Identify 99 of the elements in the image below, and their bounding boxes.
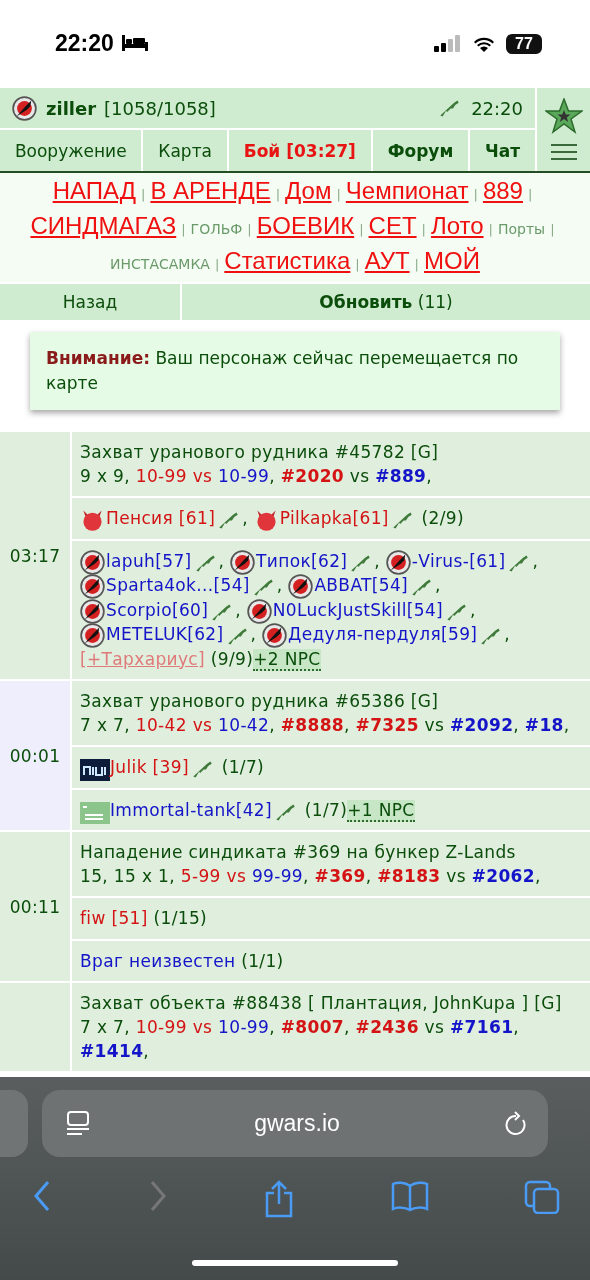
player-link[interactable]: Julik [39] xyxy=(110,757,189,777)
player-link[interactable]: N0LuckJustSkill[54] xyxy=(272,599,444,620)
player-link[interactable]: -Virus-[61] xyxy=(411,550,506,571)
player-link[interactable]: Sparta4ok...[54] xyxy=(106,575,250,595)
separator: , xyxy=(242,508,248,528)
separator: , xyxy=(374,550,381,571)
link-separator: | xyxy=(488,222,493,237)
link-separator: | xyxy=(550,222,555,237)
player-count: (2/9) xyxy=(421,508,464,528)
server-time: 22:20 xyxy=(471,97,523,119)
quick-link[interactable]: АУТ xyxy=(364,247,410,274)
player-count: (1/1) xyxy=(241,950,284,971)
back-icon[interactable] xyxy=(32,1180,52,1212)
battle-title[interactable]: Захват объекта #88438 [ Плантация, JohnKupa ] [G] xyxy=(80,991,582,1015)
nav-tab[interactable]: Форум xyxy=(372,130,469,171)
battle-time-cell: 00:01 xyxy=(0,681,70,830)
quick-link[interactable]: Дом xyxy=(285,177,332,204)
player-link[interactable]: Дедуля-пердуля[59] xyxy=(288,624,478,644)
menu-icon[interactable] xyxy=(550,142,577,161)
tab-edge[interactable] xyxy=(0,1090,28,1157)
player-link[interactable]: Пенсия [61] xyxy=(106,508,216,528)
link-separator: | xyxy=(473,187,478,202)
battle-info: 7 x 7, 10-42 vs 10-42, #8888, #7325 vs #2092, #18, xyxy=(80,714,571,737)
address-bar[interactable]: gwars.io xyxy=(42,1090,548,1157)
player-link[interactable]: Immortal-tank[42] xyxy=(110,799,272,820)
quick-link[interactable]: Чемпионат xyxy=(345,177,469,204)
quick-link[interactable]: НАПАД xyxy=(52,177,136,204)
player-count: (1/15) xyxy=(153,908,208,928)
quick-link[interactable]: Лото xyxy=(430,212,484,239)
battle-title[interactable]: Захват уранового рудника #65386 [G] xyxy=(80,689,582,713)
link-separator: | xyxy=(359,222,364,237)
nav-tab[interactable]: Бой [03:27] xyxy=(228,130,371,171)
nav-tab[interactable]: Карта xyxy=(143,130,227,171)
quick-link[interactable]: В АРЕНДЕ xyxy=(150,177,271,204)
player-link[interactable]: Scorpio[60] xyxy=(106,599,209,620)
battle-title[interactable]: Захват уранового рудника #45782 [G] xyxy=(80,440,582,464)
username[interactable]: ziller xyxy=(46,97,97,119)
separator: , xyxy=(470,599,476,620)
player-link[interactable]: fiw [51] xyxy=(80,908,148,928)
rocket-emblem-icon xyxy=(12,95,37,121)
wifi-icon xyxy=(472,35,496,53)
battle-title[interactable]: Нападение синдиката #369 на бункер Z-Lands xyxy=(80,840,582,864)
battery-level: 77 xyxy=(506,34,542,54)
npc-badge[interactable]: +2 NPC xyxy=(253,648,321,671)
share-icon[interactable] xyxy=(263,1180,295,1218)
separator: , xyxy=(235,599,241,620)
health-points: [1058/1058] xyxy=(104,97,216,119)
warning-notice: Внимание: Ваш персонаж сейчас перемещается по карте xyxy=(30,332,560,410)
player-count: (1/7) xyxy=(304,799,348,820)
refresh-button[interactable]: Обновить (11) xyxy=(182,284,590,320)
tabs-icon[interactable] xyxy=(524,1180,560,1214)
quick-link[interactable]: СИНДМАГАЗ xyxy=(30,212,177,239)
player-link[interactable]: Враг неизвестен xyxy=(80,950,236,971)
reader-icon[interactable] xyxy=(66,1110,90,1137)
link-separator: | xyxy=(141,187,146,202)
quick-link[interactable]: БОЕВИК xyxy=(256,212,355,239)
player-link[interactable]: METELUK[62] xyxy=(106,624,224,644)
separator: , xyxy=(504,624,511,644)
quick-link[interactable]: 889 xyxy=(482,177,523,204)
link-separator: | xyxy=(214,257,220,272)
gun-icon xyxy=(438,97,462,119)
link-separator: | xyxy=(181,222,186,237)
link-separator: | xyxy=(336,187,341,202)
battle-info: 7 x 7, 10-99 vs 10-99, #8007, #2436 vs #7161, #1414, xyxy=(80,1016,521,1063)
clock-time: 22:20 xyxy=(55,29,114,57)
separator: , xyxy=(218,550,225,571)
reload-icon[interactable] xyxy=(504,1110,528,1137)
battle-time-cell: 00:11 xyxy=(0,832,70,981)
signal-icon xyxy=(434,35,462,53)
bed-icon xyxy=(121,35,148,51)
link-separator: | xyxy=(527,187,533,202)
nav-tab[interactable]: Чат xyxy=(470,130,536,171)
player-count: (9/9) xyxy=(210,648,254,669)
book-icon[interactable] xyxy=(390,1180,429,1212)
separator: , xyxy=(250,624,257,644)
player-link[interactable]: lapuh[57] xyxy=(106,550,192,571)
link-separator: | xyxy=(421,222,426,237)
quick-link[interactable]: Статистика xyxy=(224,247,351,274)
link-separator: | xyxy=(414,257,419,272)
player-link[interactable]: ABBAT[54] xyxy=(314,575,409,595)
separator: , xyxy=(435,575,441,595)
link-separator: | xyxy=(275,187,281,202)
back-button[interactable]: Назад xyxy=(0,284,180,320)
battle-info: 9 x 9, 10-99 vs 10-99, #2020 vs #889, xyxy=(80,465,434,488)
player-count: (1/7) xyxy=(221,757,265,777)
star-icon[interactable] xyxy=(544,98,583,135)
url-text: gwars.io xyxy=(254,1110,340,1137)
player-link[interactable]: Pilkapka[61] xyxy=(279,508,389,528)
separator: , xyxy=(276,575,283,595)
npc-badge[interactable]: +1 NPC xyxy=(347,799,415,822)
player-link[interactable]: Типок[62] xyxy=(256,550,348,571)
separator: , xyxy=(532,550,539,571)
battle-info: 15, 15 x 1, 5-99 vs 99-99, #369, #8183 vs #2062, xyxy=(80,865,542,888)
quick-link[interactable]: СЕТ xyxy=(368,212,417,239)
nav-tab[interactable]: Вооружение xyxy=(0,130,142,171)
link-separator: | xyxy=(355,257,360,272)
battle-time-cell: 03:17 xyxy=(0,432,70,679)
quick-link[interactable]: МОЙ xyxy=(424,247,480,274)
link-separator: | xyxy=(247,222,252,237)
